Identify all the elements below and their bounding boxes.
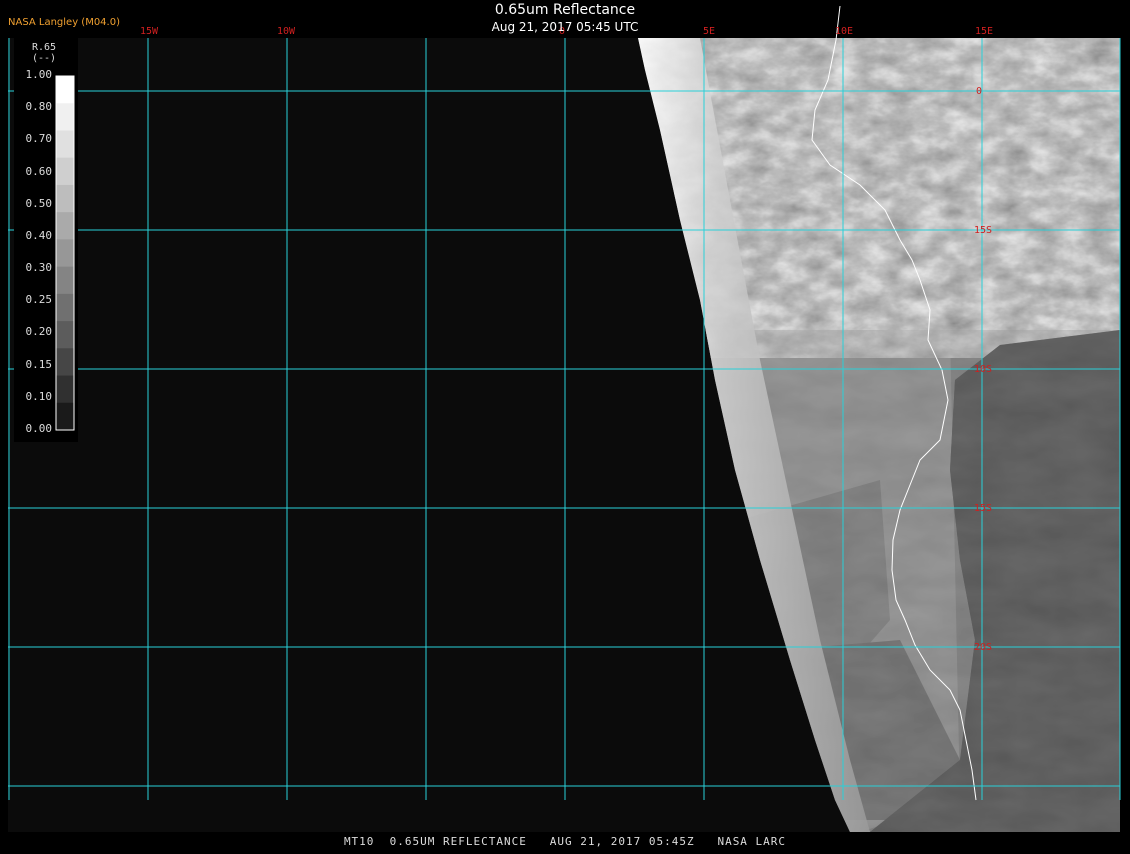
legend-tick-label: 0.20 [25, 325, 53, 339]
legend-swatch [56, 402, 74, 431]
image-title: 0.65um Reflectance [494, 2, 636, 18]
legend-swatch [56, 239, 74, 268]
legend-swatch [56, 293, 74, 322]
lat-label-15s: 15S [974, 503, 992, 514]
legend-tick-label: 0.40 [25, 228, 53, 242]
lat-label-10s: 10S [974, 364, 992, 375]
legend-tick-label: 0.15 [25, 357, 53, 371]
legend-swatch [56, 103, 74, 131]
agency-label: NASA Langley (M04.0) [8, 17, 120, 28]
lat-label-5s: 15S [974, 225, 992, 236]
legend-tick-label: 1.00 [25, 68, 53, 81]
legend-tick-label: 0.25 [25, 293, 53, 307]
reflectance-legend: R.65 (--) 1.00 0.80 0.70 0.60 0.50 0.40 0.30 0.… [14, 38, 78, 442]
legend-tick-label: 0.60 [25, 164, 53, 178]
satellite-map: 15W 10W 0 5E 10E 15E 0 15S 10S 15S 20S 0… [0, 0, 1130, 850]
image-timestamp: Aug 21, 2017 05:45 UTC [491, 20, 639, 34]
legend-tick-label: 0.10 [25, 389, 53, 403]
legend-swatch [56, 321, 74, 349]
reflectance-map-canvas: 15W 10W 0 5E 10E 15E 0 15S 10S 15S 20S [0, 0, 1130, 850]
legend-swatch [56, 76, 74, 104]
lat-label-0: 0 [976, 86, 982, 97]
lat-label-20s: 20S [974, 642, 992, 653]
legend-swatch [56, 266, 74, 295]
footer-caption: MT10 0.65UM REFLECTANCE AUG 21, 2017 05:… [343, 835, 787, 848]
legend-swatch [56, 184, 74, 213]
legend-swatch [56, 157, 74, 186]
legend-tick-label: 0.50 [25, 196, 53, 210]
legend-tick-label: 0.30 [25, 261, 53, 275]
legend-tick-label: 0.00 [25, 422, 53, 435]
legend-swatch [56, 212, 74, 240]
legend-swatch [56, 375, 74, 404]
legend-tick-label: 0.80 [25, 100, 53, 114]
legend-swatch [56, 348, 74, 377]
legend-tick-label: 0.70 [25, 132, 53, 146]
legend-swatch [56, 130, 74, 159]
